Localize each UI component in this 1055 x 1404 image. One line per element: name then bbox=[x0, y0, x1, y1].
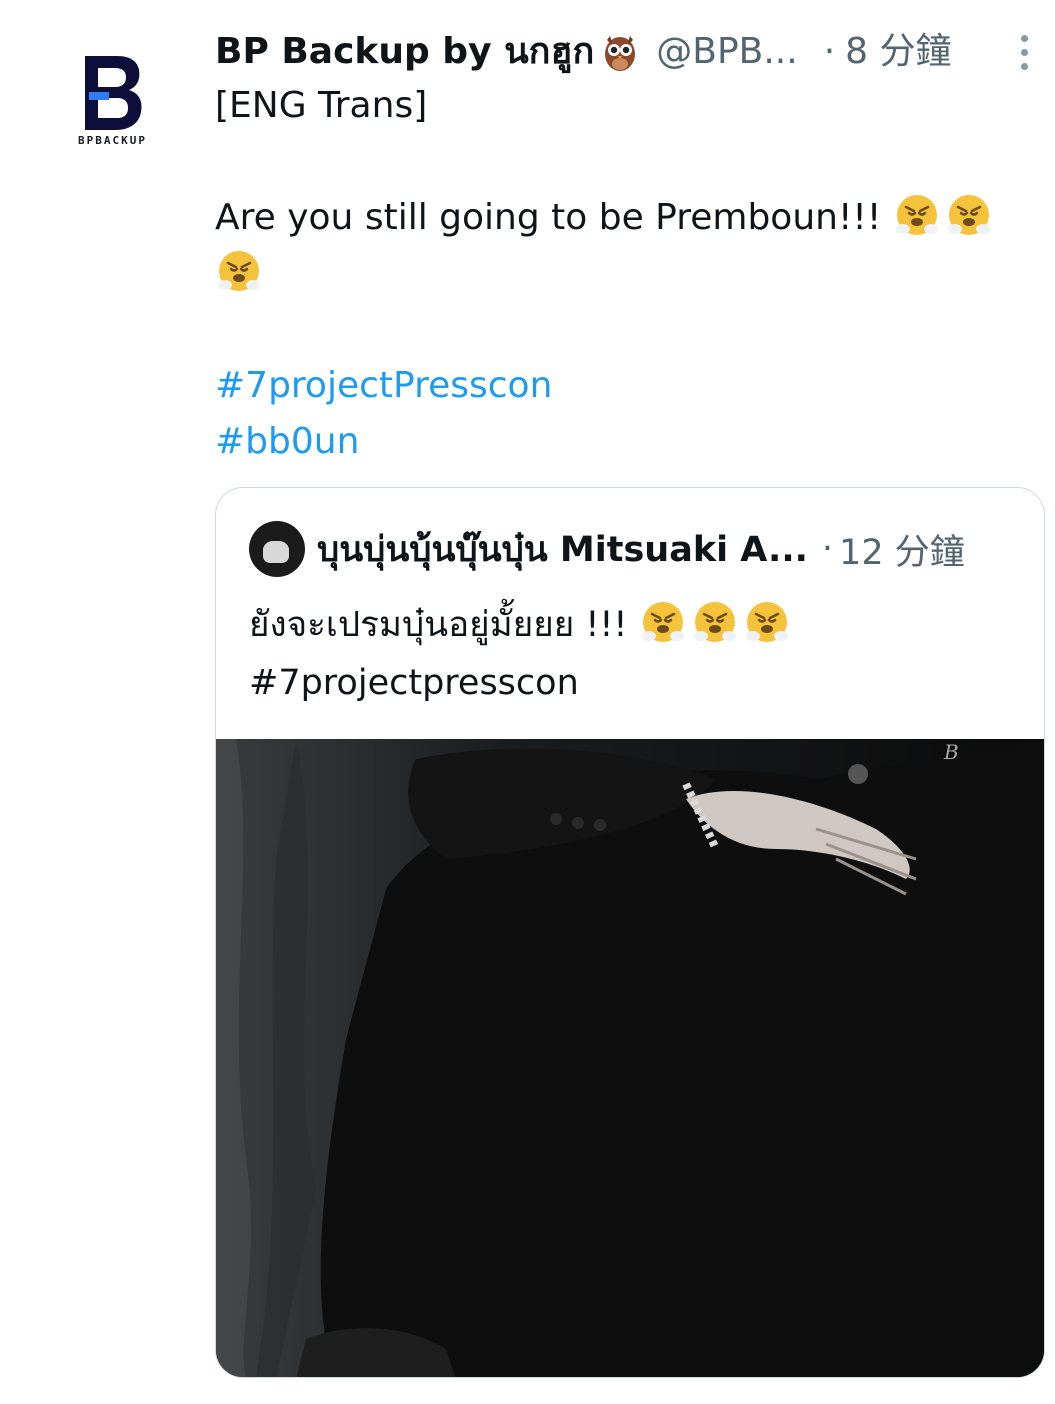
quoted-display-name[interactable]: บุนบุ่นบุ้นบุ๊นบุ๋น Mitsuaki A... bbox=[317, 522, 808, 577]
tweet-header: BP Backup by นกฮูก @BPB... · 8 分鐘 bbox=[215, 28, 1035, 76]
owl-icon bbox=[605, 36, 636, 71]
tweet-text: Are you still going to be Premboun!!! bbox=[215, 197, 882, 238]
steam-face-emoji-icon bbox=[218, 251, 260, 291]
photo-image: B bbox=[216, 739, 1044, 1377]
avatar-caption: BPBACKUP bbox=[78, 134, 147, 147]
steam-face-emoji-icon bbox=[693, 602, 736, 642]
quoted-timestamp[interactable]: 12 分鐘 bbox=[839, 524, 965, 575]
quoted-tweet-text: ยังจะเปรมบุ๋นอยู่มั้ยยย !!! #7projectpre… bbox=[249, 596, 1029, 712]
display-name[interactable]: BP Backup by นกฮูก bbox=[215, 28, 594, 76]
tweet[interactable]: BPBACKUP BP Backup by นกฮูก @BPB... · 8 … bbox=[0, 0, 1055, 1404]
quoted-tweet-card[interactable]: บุนบุ่นบุ้นบุ๊นบุ๋น Mitsuaki A... · 12 分… bbox=[215, 487, 1045, 1378]
separator-dot: · bbox=[823, 31, 836, 72]
hashtag-link[interactable]: #7projectPresscon bbox=[215, 358, 1025, 414]
steam-face-emoji-icon bbox=[745, 602, 788, 642]
steam-face-emoji-icon bbox=[641, 602, 684, 642]
quoted-avatar[interactable] bbox=[249, 521, 305, 577]
quoted-tweet-header: บุนบุ่นบุ้นบุ๊นบุ๋น Mitsuaki A... · 12 分… bbox=[249, 520, 965, 578]
separator-dot: · bbox=[821, 529, 834, 569]
more-vertical-icon[interactable] bbox=[1014, 28, 1034, 76]
steam-face-emoji-icon bbox=[947, 195, 990, 235]
tweet-body: [ENG Trans] Are you still going to be Pr… bbox=[215, 78, 1025, 470]
quoted-hashtag[interactable]: #7projectpresscon bbox=[249, 654, 1029, 712]
tweet-text-line: Are you still going to be Premboun!!! bbox=[215, 190, 1025, 246]
profile-avatar[interactable]: BPBACKUP bbox=[55, 38, 170, 153]
svg-text:B: B bbox=[943, 740, 959, 764]
handle[interactable]: @BPB... bbox=[656, 28, 797, 76]
timestamp[interactable]: 8 分鐘 bbox=[845, 28, 951, 76]
hashtag-link[interactable]: #bb0un bbox=[215, 414, 1025, 470]
steam-face-emoji-icon bbox=[895, 195, 938, 235]
tweet-text-line: [ENG Trans] bbox=[215, 85, 428, 126]
quoted-photo[interactable]: B bbox=[216, 739, 1044, 1377]
quoted-text: ยังจะเปรมบุ๋นอยู่มั้ยยย !!! bbox=[249, 605, 628, 645]
